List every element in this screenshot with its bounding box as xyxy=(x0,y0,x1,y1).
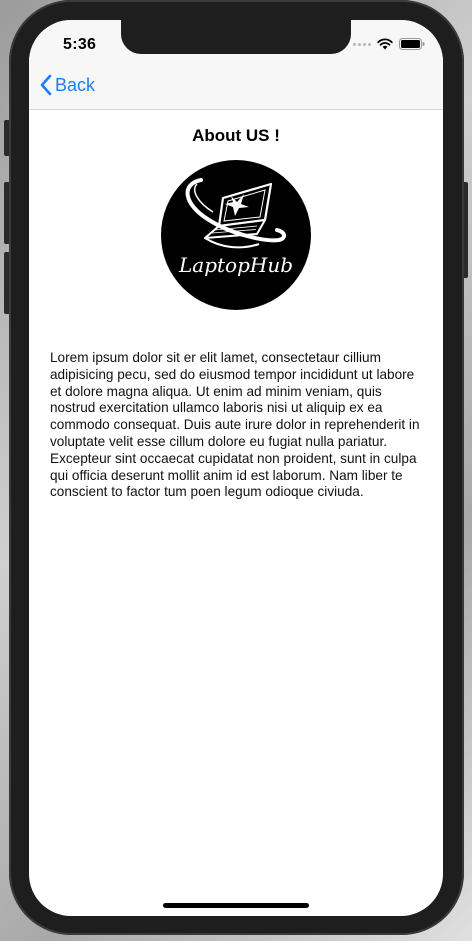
signal-icon xyxy=(353,42,371,46)
main-content: About US ! LaptopHub Lorem ipsum dolor s… xyxy=(29,110,443,501)
screen: 5:36 Back About US ! LaptopHub Lorem ips… xyxy=(29,20,443,916)
back-button-label: Back xyxy=(55,74,96,95)
page-title: About US ! xyxy=(192,126,280,145)
laptop-logo-icon xyxy=(185,178,286,249)
wifi-icon xyxy=(377,38,393,50)
back-button[interactable]: Back xyxy=(39,74,95,96)
home-indicator[interactable] xyxy=(163,903,309,908)
logo-container: LaptopHub xyxy=(29,160,443,310)
notch xyxy=(121,20,351,54)
status-icons xyxy=(353,38,425,50)
logo-text: LaptopHub xyxy=(178,253,293,277)
battery-icon xyxy=(399,38,425,50)
laptophub-logo: LaptopHub xyxy=(161,160,311,310)
status-time: 5:36 xyxy=(63,36,97,53)
chevron-left-icon xyxy=(40,74,52,96)
about-description: Lorem ipsum dolor sit er elit lamet, con… xyxy=(50,350,420,500)
phone-frame: 5:36 Back About US ! LaptopHub Lorem ips… xyxy=(9,0,464,935)
navigation-bar: Back xyxy=(29,64,443,110)
